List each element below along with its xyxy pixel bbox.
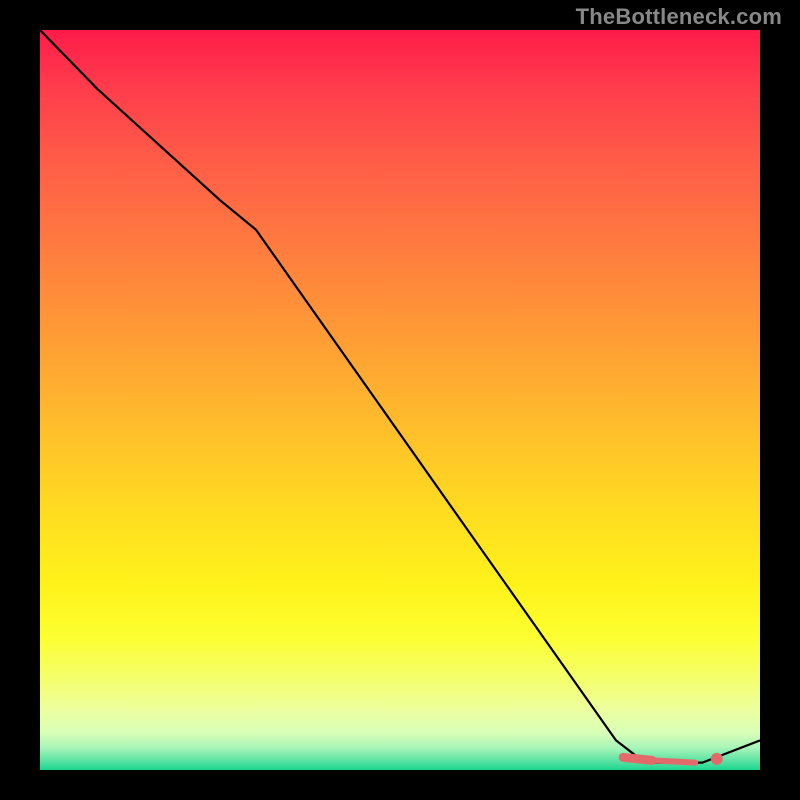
chart-overlay — [40, 30, 760, 770]
plot-area — [40, 30, 760, 770]
flat-region-thin — [652, 760, 695, 762]
attribution-text: TheBottleneck.com — [576, 4, 782, 30]
end-dot — [711, 753, 723, 765]
bottleneck-curve — [40, 30, 760, 763]
chart-frame: TheBottleneck.com — [0, 0, 800, 800]
flat-region-thick — [623, 757, 652, 760]
